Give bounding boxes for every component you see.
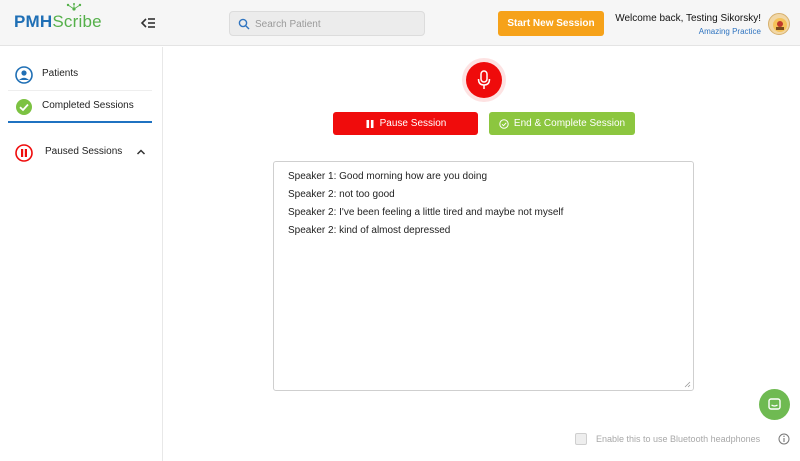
practice-name[interactable]: Amazing Practice <box>699 27 761 36</box>
welcome-text: Welcome back, Testing Sikorsky! <box>615 13 761 24</box>
search-patient-input[interactable] <box>255 16 420 32</box>
bluetooth-checkbox[interactable] <box>575 433 587 445</box>
pause-icon <box>366 119 374 128</box>
microphone-icon <box>477 70 491 89</box>
start-new-session-button[interactable]: Start New Session <box>498 11 604 36</box>
transcript-textarea[interactable]: Speaker 1: Good morning how are you doin… <box>273 161 694 391</box>
search-box <box>229 11 425 36</box>
sidebar-item-label: Patients <box>42 68 79 79</box>
pause-session-button[interactable]: Pause Session <box>333 112 478 135</box>
app-logo[interactable]: PMHScribe <box>14 12 102 32</box>
chevron-up-icon[interactable] <box>136 148 146 156</box>
transcript-line: Speaker 1: Good morning how are you doin… <box>288 171 488 182</box>
check-circle-outline-icon <box>499 118 509 129</box>
user-circle-icon <box>15 66 33 84</box>
logo-sparkle-icon <box>66 3 82 11</box>
transcript-line: Speaker 2: I've been feeling a little ti… <box>288 207 564 218</box>
transcript-line: Speaker 2: kind of almost depressed <box>288 225 451 236</box>
bluetooth-label: Enable this to use Bluetooth headphones <box>596 434 761 444</box>
collapse-sidebar-icon[interactable] <box>140 16 156 30</box>
chat-support-button[interactable] <box>759 389 790 420</box>
sidebar-item-patients[interactable]: Patients <box>8 59 152 91</box>
sidebar: Patients Completed Sessions Paused Sessi… <box>0 47 163 461</box>
resize-grip-icon[interactable] <box>684 381 691 388</box>
end-session-label: End & Complete Session <box>513 118 626 129</box>
end-complete-session-button[interactable]: End & Complete Session <box>489 112 635 135</box>
sidebar-item-paused-sessions[interactable]: Paused Sessions <box>8 137 152 169</box>
pause-session-label: Pause Session <box>379 118 447 129</box>
pause-circle-icon <box>15 144 33 162</box>
transcript-line: Speaker 2: not too good <box>288 189 395 200</box>
check-circle-icon <box>16 99 32 115</box>
sidebar-item-completed-sessions[interactable]: Completed Sessions <box>8 91 152 123</box>
search-icon <box>238 18 250 30</box>
sidebar-item-label: Paused Sessions <box>45 146 123 157</box>
info-icon[interactable] <box>778 433 790 445</box>
user-avatar[interactable] <box>768 13 790 35</box>
avatar-emblem-icon <box>773 18 787 32</box>
record-mic-button[interactable] <box>466 62 502 98</box>
top-bar: PMHScribe Start New Session Welcome back… <box>0 0 800 46</box>
sidebar-item-label: Completed Sessions <box>42 100 134 111</box>
chat-icon <box>768 398 781 410</box>
